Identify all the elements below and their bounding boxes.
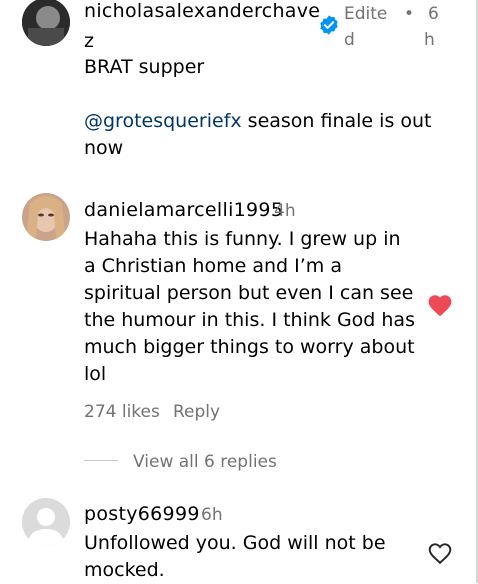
mention-link[interactable]: @grotesqueriefx <box>84 110 242 132</box>
replies-divider <box>84 460 118 461</box>
like-heart-outline-icon[interactable] <box>427 541 453 565</box>
comment-username[interactable]: danielamarcelli1995 <box>84 199 283 221</box>
meta-dot: • <box>404 4 415 24</box>
edited-label-wrap: d <box>344 30 355 50</box>
comment-username[interactable]: nicholasalexanderchave <box>84 0 320 22</box>
avatar[interactable] <box>22 193 70 241</box>
comment-timestamp-wrap[interactable]: h <box>424 30 435 50</box>
comment-username-wrap[interactable]: z <box>84 30 94 52</box>
comment-username[interactable]: posty66999 <box>84 503 200 525</box>
comment-text-line: now <box>84 137 124 159</box>
view-replies-button[interactable]: View all 6 replies <box>133 452 277 472</box>
comment-timestamp[interactable]: 6 <box>428 4 439 24</box>
comment-text: BRAT supper <box>84 56 205 78</box>
like-heart-icon[interactable] <box>427 293 453 317</box>
comment-text: Unfollowed you. God will not be mocked. <box>84 532 386 581</box>
comment-text-rest: season finale is out <box>241 110 432 132</box>
verified-badge-icon <box>318 14 340 36</box>
avatar[interactable] <box>22 0 70 46</box>
comment-text-line: @grotesqueriefx season finale is out <box>84 108 432 135</box>
likes-count[interactable]: 274 likes <box>84 402 160 422</box>
reply-button[interactable]: Reply <box>173 402 220 422</box>
avatar-photo <box>22 0 70 46</box>
avatar-photo <box>22 193 70 241</box>
default-avatar-icon <box>22 498 70 546</box>
comment-timestamp[interactable]: 4h <box>274 201 296 221</box>
comment-text: Hahaha this is funny. I grew up in a Chr… <box>84 228 415 385</box>
avatar[interactable] <box>22 498 70 546</box>
edited-label: Edite <box>344 4 388 24</box>
comment-timestamp[interactable]: 6h <box>201 505 223 525</box>
